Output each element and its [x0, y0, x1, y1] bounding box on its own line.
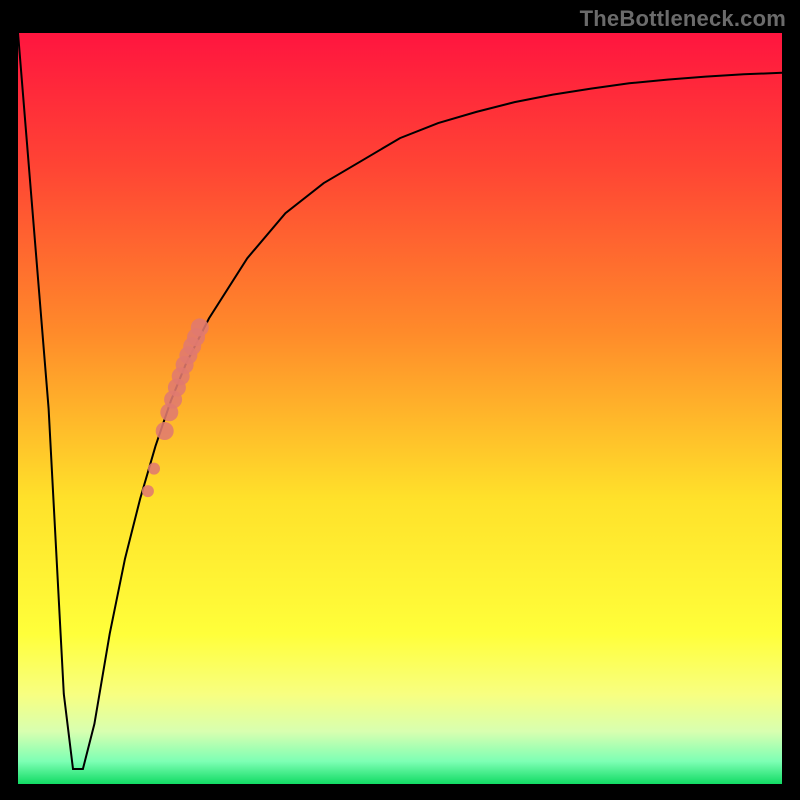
chart-frame: TheBottleneck.com	[0, 0, 800, 800]
data-marker	[156, 422, 174, 440]
data-marker	[148, 463, 160, 475]
data-marker	[191, 318, 209, 336]
plot-area	[18, 33, 782, 784]
data-marker	[142, 485, 154, 497]
plot-svg	[18, 33, 782, 784]
watermark-label: TheBottleneck.com	[580, 6, 786, 32]
gradient-background	[18, 33, 782, 784]
